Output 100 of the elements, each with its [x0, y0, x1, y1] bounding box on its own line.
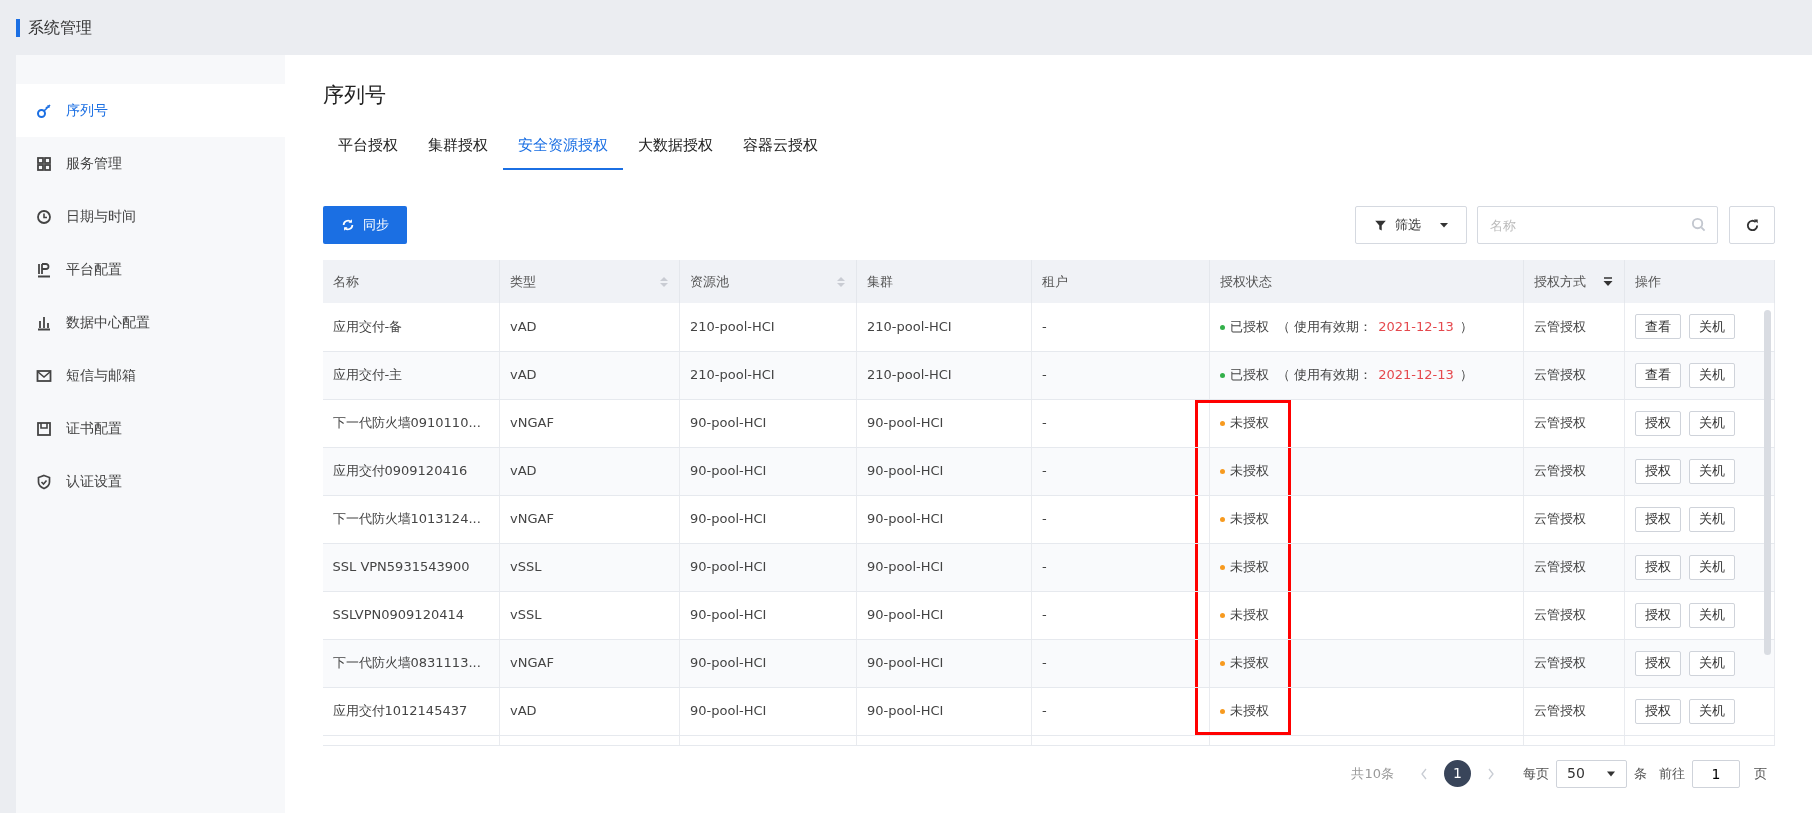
- action-button[interactable]: 关机: [1689, 458, 1735, 484]
- search-field[interactable]: 名称: [1477, 206, 1718, 244]
- table-cell: 应用交付0909120416: [322, 447, 500, 495]
- validity-label: （ 使用有效期：: [1277, 319, 1373, 334]
- next-page-icon[interactable]: [1487, 767, 1495, 780]
- page-header-title: 系统管理: [28, 16, 92, 39]
- action-button[interactable]: 关机: [1689, 506, 1735, 532]
- column-header: 集群: [856, 260, 1032, 303]
- sidebar-item[interactable]: 数据中心配置: [16, 296, 285, 349]
- table-cell: vAD: [499, 303, 680, 351]
- action-button[interactable]: 授权: [1635, 458, 1681, 484]
- table-cell: 210-pool-HCI: [856, 351, 1032, 399]
- table-cell: -: [1031, 687, 1210, 735]
- action-button[interactable]: 关机: [1689, 650, 1735, 676]
- sync-button[interactable]: 同步: [322, 206, 407, 244]
- table-cell: -: [1031, 399, 1210, 447]
- accent-bar: [16, 18, 20, 37]
- table-cell: 应用交付1012145437: [322, 687, 500, 735]
- table-cell: vAD: [499, 351, 680, 399]
- table-cell: 应用交付-备: [322, 303, 500, 351]
- table-cell: -: [1031, 639, 1210, 687]
- expiry-date: 2021-12-13: [1378, 319, 1454, 334]
- table-cell: 90-pool-HCI: [679, 543, 857, 591]
- action-button[interactable]: 关机: [1689, 554, 1735, 580]
- action-button[interactable]: 授权: [1635, 602, 1681, 628]
- action-button[interactable]: 授权: [1635, 554, 1681, 580]
- table-cell: 90-pool-HCI: [856, 495, 1032, 543]
- sidebar-item[interactable]: 日期与时间: [16, 190, 285, 243]
- bar-chart-icon: [36, 314, 52, 331]
- table-cell: 90-pool-HCI: [856, 591, 1032, 639]
- sidebar-item[interactable]: 平台配置: [16, 243, 285, 296]
- grid-icon: [36, 155, 52, 172]
- table-cell: 90-pool-HCI: [679, 447, 857, 495]
- action-button[interactable]: 关机: [1689, 410, 1735, 436]
- table-cell: 云管授权: [1523, 687, 1625, 735]
- table-cell: -: [1031, 351, 1210, 399]
- table-cell: 90-pool-HCI: [856, 447, 1032, 495]
- page-button[interactable]: 1: [1444, 760, 1471, 787]
- table-cell: 下一代防火墙0910110...: [322, 399, 500, 447]
- action-button[interactable]: 授权: [1635, 650, 1681, 676]
- table-cell: 下一代防火墙1013124...: [322, 495, 500, 543]
- table-cell: vAD: [499, 687, 680, 735]
- action-button[interactable]: 授权: [1635, 410, 1681, 436]
- table-cell: -: [1031, 543, 1210, 591]
- table-cell: vSSL: [499, 543, 680, 591]
- table-cell: vNGAF: [499, 495, 680, 543]
- column-header[interactable]: 授权方式: [1523, 260, 1625, 303]
- caret-icon: [1438, 220, 1449, 230]
- column-header: 授权状态: [1209, 260, 1524, 303]
- action-button[interactable]: 关机: [1689, 314, 1735, 340]
- table-cell: vSSL: [499, 591, 680, 639]
- column-header[interactable]: 类型: [499, 260, 680, 303]
- tab[interactable]: 平台授权: [322, 125, 413, 170]
- sidebar-item[interactable]: 认证设置: [16, 455, 285, 508]
- tab[interactable]: 集群授权: [412, 125, 503, 170]
- mail-icon: [36, 367, 52, 384]
- table-cell: 云管授权: [1523, 447, 1625, 495]
- per-page-select[interactable]: 50: [1556, 759, 1627, 788]
- expiry-date: 2021-12-13: [1378, 367, 1454, 383]
- column-header: 操作: [1624, 260, 1775, 303]
- sidebar-item[interactable]: 短信与邮箱: [16, 349, 285, 402]
- table-cell: 90-pool-HCI: [856, 399, 1032, 447]
- sort-descending-icon[interactable]: [1602, 275, 1614, 288]
- sidebar-item[interactable]: 服务管理: [16, 137, 285, 190]
- table-cell: 云管授权: [1523, 591, 1625, 639]
- per-page-label: 每页: [1523, 764, 1549, 783]
- caret-icon: [1606, 769, 1616, 778]
- goto-field[interactable]: 1: [1692, 759, 1740, 788]
- action-button[interactable]: 授权: [1635, 698, 1681, 724]
- table-cell: 90-pool-HCI: [856, 639, 1032, 687]
- prev-page-icon[interactable]: [1420, 767, 1428, 780]
- key-icon: [36, 102, 52, 119]
- action-button[interactable]: 关机: [1689, 602, 1735, 628]
- action-button[interactable]: 查看: [1635, 362, 1681, 388]
- action-button[interactable]: 查看: [1635, 314, 1681, 340]
- validity-label: （ 使用有效期：: [1277, 367, 1373, 383]
- action-button[interactable]: 授权: [1635, 506, 1681, 532]
- scrollbar-thumb[interactable]: [1764, 310, 1771, 655]
- refresh-button[interactable]: [1729, 206, 1775, 244]
- table-cell: 210-pool-HCI: [679, 303, 857, 351]
- sidebar-item[interactable]: 序列号: [16, 84, 285, 137]
- floppy-icon: [36, 420, 52, 437]
- action-button[interactable]: 关机: [1689, 698, 1735, 724]
- tab[interactable]: 容器云授权: [727, 125, 833, 170]
- sidebar-item[interactable]: 证书配置: [16, 402, 285, 455]
- table-cell: 云管授权: [1523, 399, 1625, 447]
- total-count: 共10条: [1351, 764, 1394, 783]
- action-button[interactable]: 关机: [1689, 362, 1735, 388]
- tab[interactable]: 大数据授权: [622, 125, 728, 170]
- table-cell: 云管授权: [1523, 639, 1625, 687]
- filter-dropdown[interactable]: 筛选: [1355, 206, 1467, 244]
- column-header[interactable]: 资源池: [679, 260, 857, 303]
- filter-icon: [1373, 218, 1387, 232]
- table-cell: -: [1031, 495, 1210, 543]
- table-cell: 90-pool-HCI: [679, 495, 857, 543]
- tab[interactable]: 安全资源授权: [502, 125, 623, 170]
- sort-icon[interactable]: [836, 274, 846, 289]
- sort-icon[interactable]: [659, 274, 669, 289]
- table-cell: -: [1031, 303, 1210, 351]
- status-label: 未授权: [1230, 559, 1269, 575]
